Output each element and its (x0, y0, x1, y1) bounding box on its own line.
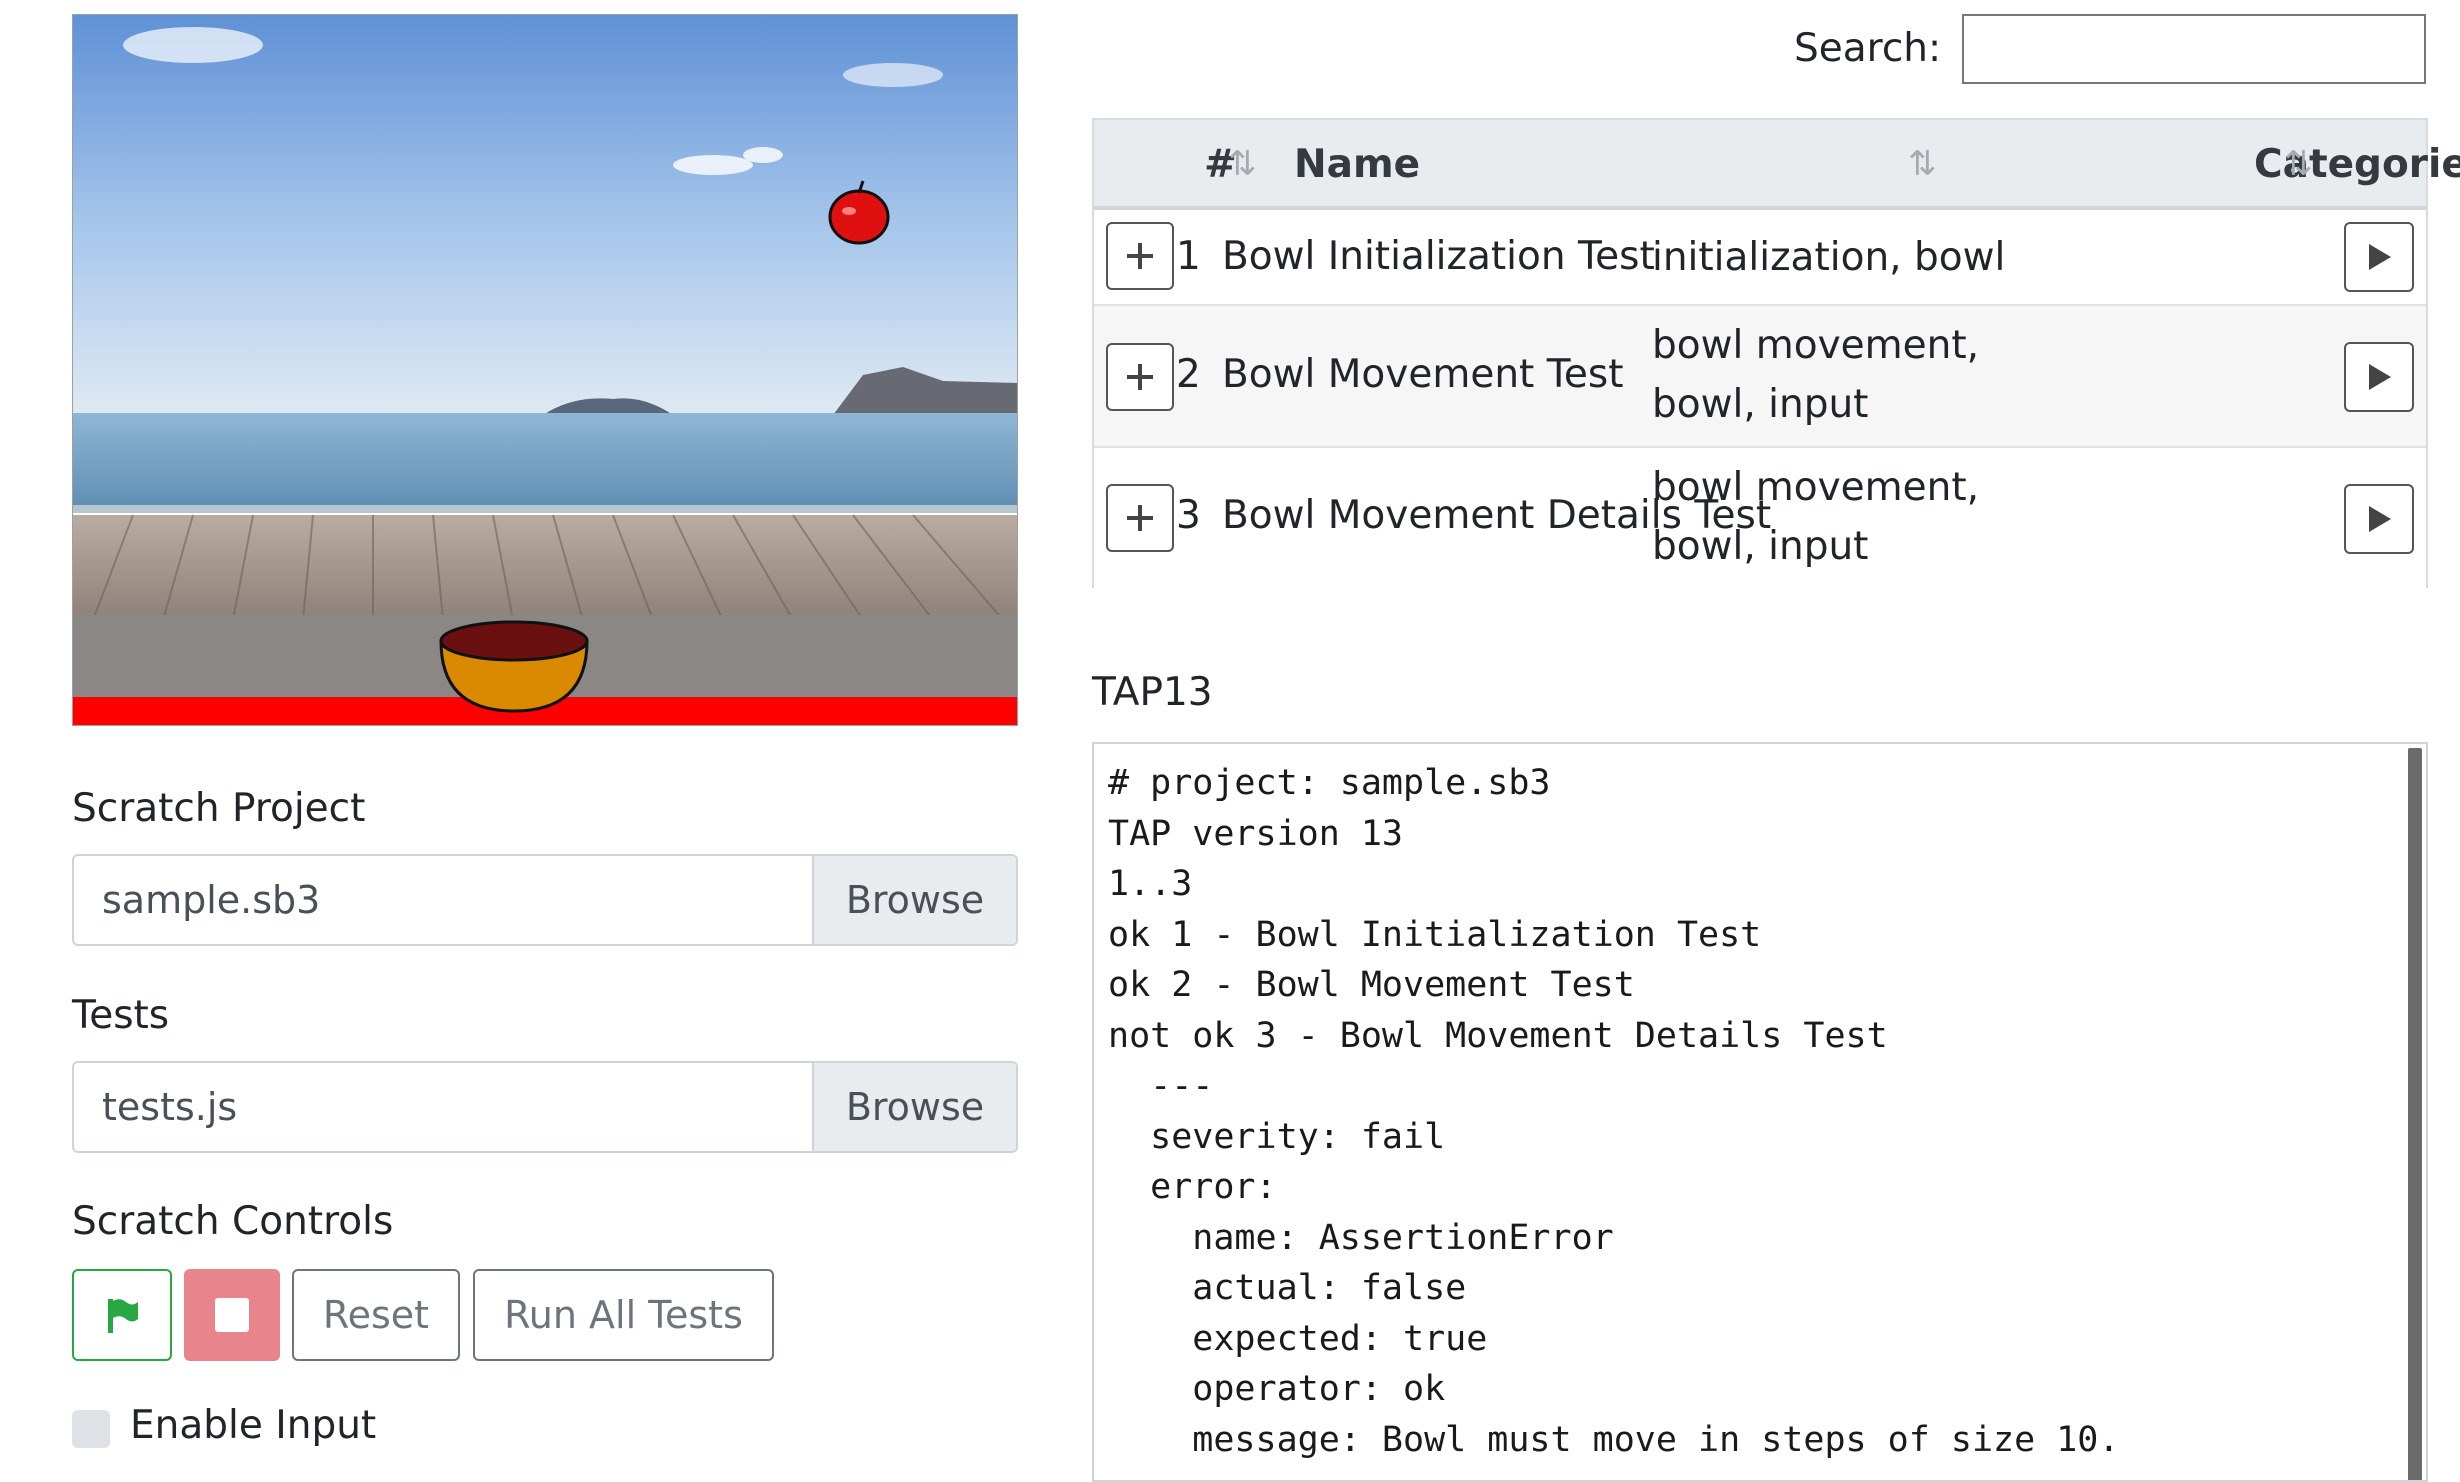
category-line: initialization, bowl (1652, 235, 2006, 280)
row-num: 1 (1176, 234, 1201, 279)
tap-line: ok 1 - Bowl Initialization Test (1108, 914, 1762, 955)
run-test-button[interactable] (2344, 342, 2414, 412)
search-input[interactable] (1962, 14, 2426, 84)
plus-icon (1127, 243, 1153, 269)
header-name[interactable]: Name (1294, 142, 1420, 187)
tap-line: severity: fail (1108, 1116, 1446, 1157)
green-flag-button[interactable] (72, 1269, 172, 1361)
run-test-button[interactable] (2344, 222, 2414, 292)
tap-line: expected: true (1108, 1318, 1488, 1359)
tests-browse-button[interactable]: Browse (812, 1063, 1016, 1151)
run-all-tests-button[interactable]: Run All Tests (473, 1269, 774, 1361)
row-categories: bowl movement, bowl, input (1652, 458, 1979, 576)
sort-name-icon[interactable]: ⇅ (1908, 144, 1937, 184)
table-row: 2 Bowl Movement Test bowl movement, bowl… (1094, 306, 2426, 448)
table-row: 3 Bowl Movement Details Test bowl moveme… (1094, 448, 2426, 588)
expand-row-button[interactable] (1106, 343, 1174, 411)
category-line: bowl, input (1652, 382, 1869, 427)
tap-output-panel[interactable]: # project: sample.sb3 TAP version 13 1..3 o… (1092, 742, 2428, 1482)
tap-line: message: Bowl must move in steps of size… (1108, 1419, 2120, 1460)
tests-file-input[interactable]: tests.js Browse (72, 1061, 1018, 1153)
enable-input-label: Enable Input (130, 1403, 377, 1448)
bowl-sprite[interactable] (439, 620, 589, 713)
play-icon (2369, 506, 2391, 532)
row-name: Bowl Initialization Test (1222, 234, 1655, 279)
tap-line: error: (1108, 1167, 1277, 1207)
backdrop-beach (73, 15, 1017, 725)
run-test-button[interactable] (2344, 484, 2414, 554)
row-name: Bowl Movement Test (1222, 352, 1624, 397)
sort-categories-icon[interactable]: ⇅ (2284, 144, 2313, 184)
project-file-input[interactable]: sample.sb3 Browse (72, 854, 1018, 946)
project-file-name[interactable]: sample.sb3 (74, 856, 812, 944)
table-header: # ⇅ Name ⇅ Categories ⇅ (1094, 120, 2460, 210)
plus-icon (1127, 505, 1153, 531)
stage-canvas (73, 15, 1017, 725)
tap-line: ok 2 - Bowl Movement Test (1108, 965, 1635, 1005)
tap-line: actual: false (1108, 1268, 1467, 1308)
tap-line: --- (1108, 1066, 1214, 1106)
plus-icon (1127, 364, 1153, 390)
expand-row-button[interactable] (1106, 484, 1174, 552)
scratch-stage[interactable] (72, 14, 1018, 726)
project-browse-button[interactable]: Browse (812, 856, 1016, 944)
tap-line: not ok 3 - Bowl Movement Details Test (1108, 1015, 1888, 1056)
green-flag-icon (108, 1299, 138, 1333)
tap-line: # project: sample.sb3 (1108, 763, 1551, 803)
play-icon (2369, 244, 2391, 270)
expand-row-button[interactable] (1106, 222, 1174, 290)
tap-line: operator: ok (1108, 1369, 1446, 1409)
tests-table: # ⇅ Name ⇅ Categories ⇅ 1 Bowl Initializ… (1092, 118, 2460, 588)
tap-line: 1..3 (1108, 864, 1193, 904)
tap-line: name: AssertionError (1108, 1217, 1614, 1258)
tap-output: # project: sample.sb3 TAP version 13 1..3 o… (1094, 744, 2426, 1465)
tap-line: TAP version 13 (1108, 813, 1404, 854)
play-icon (2369, 364, 2391, 390)
enable-input-checkbox[interactable] (72, 1410, 110, 1448)
tap-title: TAP13 (1092, 670, 1213, 715)
tests-file-name[interactable]: tests.js (74, 1063, 812, 1151)
category-line: bowl, input (1652, 524, 1869, 569)
row-num: 2 (1176, 352, 1201, 397)
search-label: Search: (1794, 26, 1942, 71)
category-line: bowl movement, (1652, 465, 1980, 510)
tap-scrollbar[interactable] (2408, 748, 2422, 1480)
row-num: 3 (1176, 493, 1201, 538)
stop-button[interactable] (184, 1269, 280, 1361)
controls-label: Scratch Controls (72, 1199, 394, 1244)
tests-label: Tests (72, 993, 170, 1038)
stop-icon (215, 1298, 249, 1332)
row-categories: initialization, bowl (1652, 228, 2005, 287)
table-row: 1 Bowl Initialization Test initializatio… (1094, 210, 2426, 306)
project-label: Scratch Project (72, 786, 366, 831)
sort-num-icon[interactable]: ⇅ (1228, 144, 1257, 184)
reset-button[interactable]: Reset (292, 1269, 460, 1361)
row-categories: bowl movement, bowl, input (1652, 316, 1979, 434)
category-line: bowl movement, (1652, 323, 1980, 368)
